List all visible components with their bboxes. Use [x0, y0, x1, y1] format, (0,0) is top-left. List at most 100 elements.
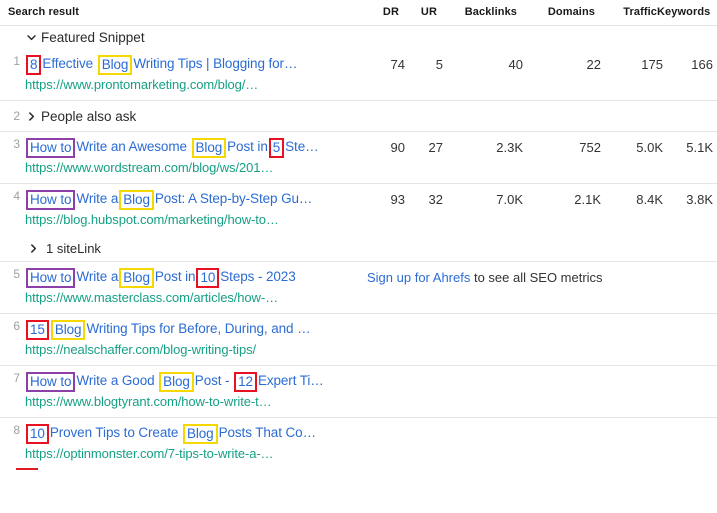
result-url[interactable]: https://www.blogtyrant.com/how-to-write-… — [25, 391, 367, 411]
column-header-search-result: Search result — [8, 6, 80, 18]
title-text: Posts That Co… — [218, 425, 317, 440]
group-row-featured-snippet[interactable]: Featured Snippet — [0, 26, 717, 470]
metric-traffic: 8.4K — [636, 192, 663, 207]
chevron-right-icon[interactable] — [25, 243, 41, 254]
signup-link[interactable]: Sign up for Ahrefs — [367, 270, 470, 285]
keyword-highlight-red: 15 — [26, 320, 49, 340]
column-header-domains: Domains — [547, 6, 595, 18]
sitelink-label: 1 siteLink — [46, 240, 101, 256]
signup-cta-text: to see all SEO metrics — [470, 270, 603, 285]
result-url[interactable]: https://www.wordstream.com/blog/ws/201… — [25, 157, 367, 177]
result-title[interactable]: How to Write an Awesome Blog Post in 5 Ste… — [25, 137, 367, 158]
column-header-dr: DR — [382, 6, 399, 18]
title-text: Post: A Step-by-Step Gu… — [154, 191, 313, 206]
keyword-highlight-red: 10 — [196, 268, 220, 288]
group-row-people-also-ask[interactable]: 2 People also ask — [0, 101, 717, 131]
keyword-highlight-yellow: Blog — [159, 372, 194, 392]
table-row[interactable]: 5 How to Write a Blog Post in 10 Steps - 2023… — [0, 262, 717, 313]
title-text: Write an Awesome — [76, 139, 191, 154]
title-text: Steps - 2023 — [220, 269, 296, 284]
metric-dr: 90 — [390, 140, 405, 155]
title-text: Write a — [76, 191, 119, 206]
metric-ur: 5 — [435, 57, 443, 72]
metric-backlinks: 40 — [508, 57, 523, 72]
column-header-backlinks: Backlinks — [464, 6, 517, 18]
metric-traffic: 5.0K — [636, 140, 663, 155]
keyword-highlight-yellow: Blog — [191, 138, 227, 158]
signup-cta: Sign up for Ahrefs to see all SEO metric… — [367, 267, 603, 285]
metric-traffic: 175 — [641, 57, 663, 72]
table-row[interactable]: 8 10 Proven Tips to Create Blog Posts That… — [0, 418, 717, 469]
title-text: Post in — [227, 139, 268, 154]
title-text: Write a — [76, 269, 119, 284]
sitelink-row[interactable]: 1 siteLink — [0, 235, 717, 261]
metric-backlinks: 2.3K — [496, 140, 523, 155]
row-index: 8 — [13, 423, 20, 437]
keyword-highlight-red: 5 — [268, 138, 285, 158]
keyword-highlight-yellow: Blog — [119, 268, 154, 288]
metric-keywords: 3.8K — [686, 192, 713, 207]
table-row[interactable]: 3 How to Write an Awesome Blog Post in 5 Ste… — [0, 132, 717, 183]
result-title[interactable]: 10 Proven Tips to Create Blog Posts That C… — [25, 423, 367, 444]
keyword-highlight-purple: How to — [26, 372, 76, 392]
metric-domains: 752 — [579, 140, 601, 155]
row-index: 7 — [13, 371, 20, 385]
table-row[interactable]: 7 How to Write a Good Blog Post - 12 Expert… — [0, 366, 717, 417]
keyword-highlight-yellow: Blog — [182, 424, 218, 444]
title-text: Post - — [194, 373, 234, 388]
row-index: 6 — [13, 319, 20, 333]
column-header-traffic: Traffic — [623, 6, 657, 18]
keyword-highlight-purple: How to — [26, 268, 76, 288]
result-title[interactable]: 8 Effective Blog Writing Tips | Blogging f… — [25, 54, 367, 75]
table-header-row: Search result DR UR Backlinks Domains Tr… — [0, 0, 717, 25]
title-text: Write a Good — [76, 373, 159, 388]
result-title[interactable]: How to Write a Good Blog Post - 12 Expert T… — [25, 371, 367, 392]
result-title[interactable]: How to Write a Blog Post in 10 Steps - 2023 — [25, 267, 367, 288]
keyword-highlight-red: 10 — [26, 424, 49, 444]
title-text: Effective — [42, 56, 97, 71]
result-url[interactable]: https://nealschaffer.com/blog-writing-ti… — [25, 339, 367, 359]
metric-ur: 27 — [428, 140, 443, 155]
result-url[interactable]: https://www.masterclass.com/articles/how… — [25, 287, 367, 307]
title-text: Post in — [154, 269, 196, 284]
title-text: Expert Ti… — [257, 373, 324, 388]
result-url[interactable]: https://blog.hubspot.com/marketing/how-t… — [25, 209, 367, 229]
serp-results-table: Search result DR UR Backlinks Domains Tr… — [0, 0, 717, 470]
metric-dr: 93 — [390, 192, 405, 207]
chevron-down-icon[interactable] — [23, 32, 39, 43]
title-text: Writing Tips for Before, During, and … — [86, 321, 311, 336]
keyword-highlight-yellow: Blog — [97, 55, 133, 75]
keyword-highlight-red: 12 — [234, 372, 257, 392]
keyword-highlight-purple: How to — [26, 138, 76, 158]
table-row[interactable]: 1 8 Effective Blog Writing Tips | Blogging… — [0, 49, 717, 100]
title-text: Writing Tips | Blogging for… — [133, 56, 298, 71]
group-label-people-also-ask: People also ask — [41, 108, 137, 124]
group-label-featured-snippet: Featured Snippet — [41, 30, 145, 45]
metric-domains: 22 — [586, 57, 601, 72]
row-index: 1 — [13, 54, 20, 68]
metric-keywords: 166 — [691, 57, 713, 72]
title-text: Ste… — [285, 139, 319, 154]
keyword-highlight-purple: How to — [26, 190, 76, 210]
metric-domains: 2.1K — [574, 192, 601, 207]
metric-ur: 32 — [428, 192, 443, 207]
row-index: 2 — [13, 109, 20, 123]
row-index: 5 — [13, 267, 20, 281]
keyword-highlight-red: 8 — [26, 55, 42, 75]
result-url[interactable]: https://www.prontomarketing.com/blog/… — [25, 74, 367, 94]
row-index: 4 — [13, 189, 20, 203]
result-title[interactable]: How to Write a Blog Post: A Step-by-Step Gu… — [25, 189, 367, 210]
table-row[interactable]: 6 15 Blog Writing Tips for Before, During,… — [0, 314, 717, 365]
metric-dr: 74 — [390, 57, 405, 72]
result-title[interactable]: 15 Blog Writing Tips for Before, During, a… — [25, 319, 367, 340]
keyword-highlight-yellow: Blog — [119, 190, 154, 210]
result-url[interactable]: https://optinmonster.com/7-tips-to-write… — [25, 443, 367, 463]
metric-backlinks: 7.0K — [496, 192, 523, 207]
row-index: 3 — [13, 137, 20, 151]
chevron-right-icon[interactable] — [23, 111, 39, 122]
title-text: Proven Tips to Create — [49, 425, 182, 440]
table-row[interactable]: 4 How to Write a Blog Post: A Step-by-Step … — [0, 184, 717, 235]
metric-keywords: 5.1K — [686, 140, 713, 155]
column-header-keywords: Keywords — [657, 6, 711, 18]
keyword-highlight-yellow: Blog — [50, 320, 86, 340]
